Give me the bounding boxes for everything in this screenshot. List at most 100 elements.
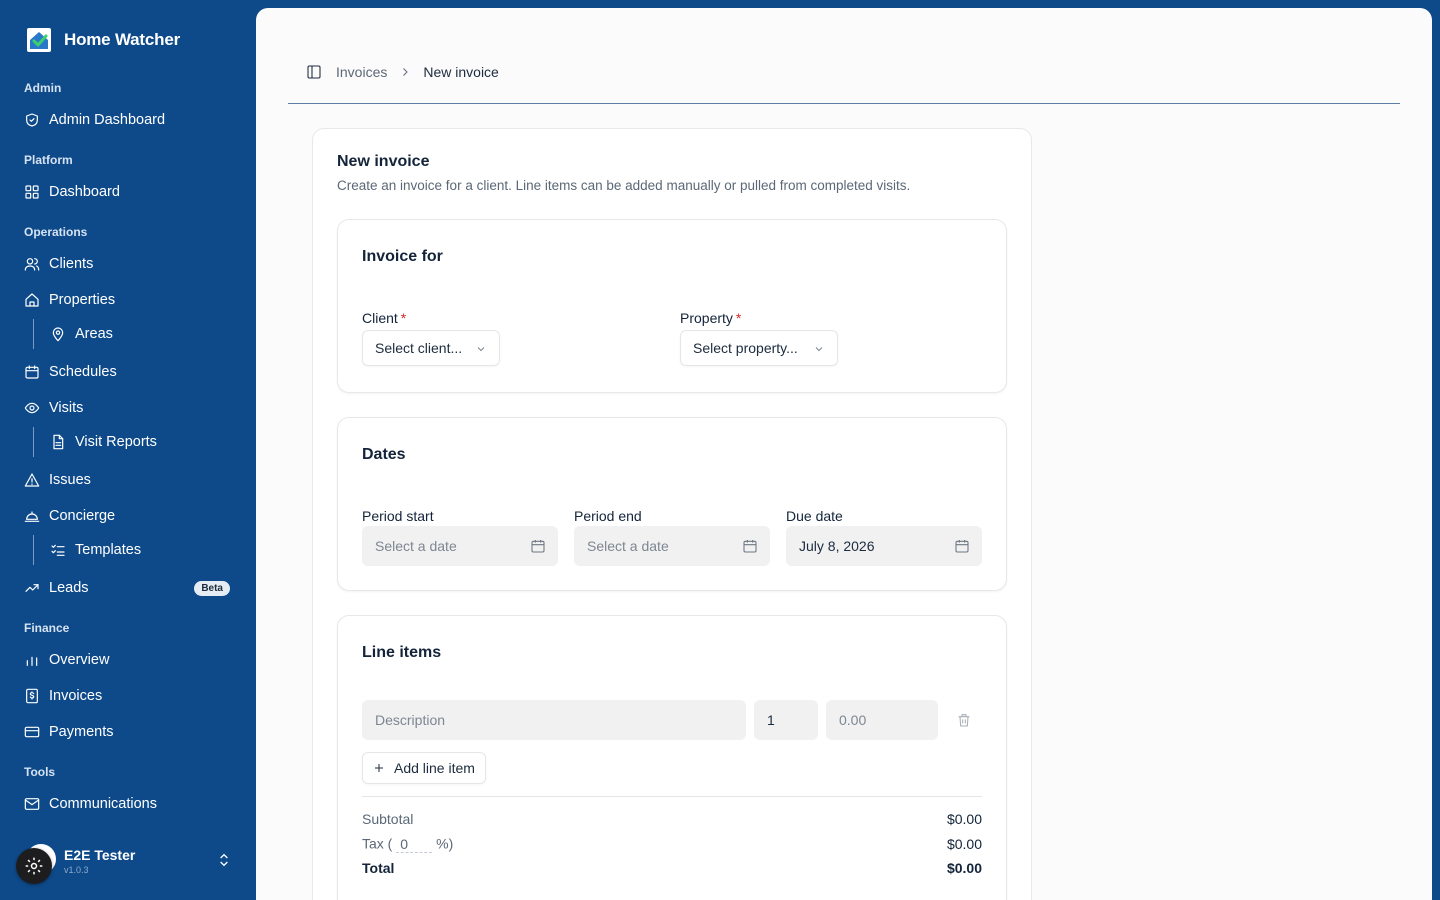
- sidebar-item-label: Dashboard: [49, 184, 120, 200]
- due-date-value: July 8, 2026: [799, 538, 875, 554]
- line-item-price-input[interactable]: [826, 700, 938, 740]
- line-item-description-input[interactable]: [362, 700, 746, 740]
- bar-chart-icon: [24, 652, 40, 668]
- section-finance: Finance: [24, 621, 70, 635]
- sidebar-item-label: Schedules: [49, 364, 117, 380]
- calendar-icon: [742, 538, 758, 554]
- tax-label-prefix: Tax (: [362, 835, 393, 852]
- chevron-down-icon: [813, 342, 825, 354]
- bell-concierge-icon: [24, 508, 40, 524]
- brand[interactable]: Home Watcher: [26, 27, 180, 53]
- sidebar-item-label: Concierge: [49, 508, 116, 524]
- user-menu[interactable]: E2E Tester v1.0.3: [16, 840, 240, 884]
- sidebar-item-admin-dashboard[interactable]: Admin Dashboard: [16, 105, 240, 135]
- property-select-value: Select property...: [693, 340, 798, 356]
- map-pin-icon: [50, 326, 66, 342]
- client-select[interactable]: Select client...: [362, 330, 500, 366]
- chevron-down-icon: [475, 342, 487, 354]
- sidebar-item-templates[interactable]: Templates: [42, 535, 240, 565]
- sidebar-item-schedules[interactable]: Schedules: [16, 357, 240, 387]
- required-mark: *: [735, 310, 742, 326]
- period-end-value: Select a date: [587, 538, 669, 554]
- section-platform: Platform: [24, 153, 73, 167]
- section-title: Dates: [362, 446, 406, 463]
- sidebar-item-label: Invoices: [49, 688, 103, 704]
- main-panel: Invoices New invoice New invoice Create …: [256, 8, 1432, 900]
- sidebar-item-label: Clients: [49, 256, 94, 272]
- sidebar-item-dashboard[interactable]: Dashboard: [16, 177, 240, 207]
- sidebar-toggle-icon[interactable]: [306, 64, 322, 80]
- line-item-quantity-input[interactable]: [754, 700, 818, 740]
- breadcrumb-current: New invoice: [423, 64, 499, 80]
- sidebar-item-label: Overview: [49, 652, 110, 668]
- sidebar-item-clients[interactable]: Clients: [16, 249, 240, 279]
- period-start-label: Period start: [362, 508, 434, 524]
- sidebar-item-areas[interactable]: Areas: [42, 319, 240, 349]
- client-select-value: Select client...: [375, 340, 463, 356]
- brand-name: Home Watcher: [64, 30, 180, 49]
- home-watcher-logo-icon: [26, 27, 52, 53]
- due-date-input[interactable]: July 8, 2026: [786, 526, 982, 566]
- users-icon: [24, 256, 40, 272]
- gear-icon[interactable]: [16, 848, 52, 884]
- breadcrumb: Invoices New invoice: [336, 64, 499, 80]
- credit-card-icon: [24, 724, 40, 740]
- submenu-line: [33, 319, 34, 349]
- section-admin: Admin: [24, 81, 62, 95]
- file-text-icon: [50, 434, 66, 450]
- alert-triangle-icon: [24, 472, 40, 488]
- sidebar-item-label: Areas: [75, 326, 113, 342]
- chevrons-up-down-icon[interactable]: [216, 852, 232, 868]
- client-label: Client *: [362, 310, 406, 326]
- tax-label: Tax ( %): [362, 835, 453, 853]
- beta-badge: Beta: [194, 581, 230, 596]
- breadcrumb-invoices-link[interactable]: Invoices: [336, 64, 387, 80]
- section-title: Invoice for: [362, 248, 443, 265]
- tax-value: $0.00: [946, 836, 982, 852]
- property-label: Property *: [680, 310, 741, 326]
- client-label-text: Client: [362, 310, 398, 326]
- page-title: New invoice: [337, 153, 430, 170]
- mail-icon: [24, 796, 40, 812]
- sidebar-item-properties[interactable]: Properties: [16, 285, 240, 315]
- calendar-icon: [24, 364, 40, 380]
- property-select[interactable]: Select property...: [680, 330, 838, 366]
- period-start-input[interactable]: Select a date: [362, 526, 558, 566]
- line-items-section: Line items Add line item Subtotal $0.00 …: [337, 615, 1007, 900]
- sidebar-item-label: Visit Reports: [75, 434, 157, 450]
- sidebar-item-payments[interactable]: Payments: [16, 717, 240, 747]
- sidebar-item-label: Payments: [49, 724, 114, 740]
- required-mark: *: [400, 310, 407, 326]
- sidebar-item-communications[interactable]: Communications: [16, 789, 240, 819]
- total-label: Total: [362, 860, 395, 876]
- add-line-item-button[interactable]: Add line item: [362, 752, 486, 784]
- sidebar-item-visits[interactable]: Visits: [16, 393, 240, 423]
- period-end-label: Period end: [574, 508, 642, 524]
- section-tools: Tools: [24, 765, 56, 779]
- sidebar-item-concierge[interactable]: Concierge: [16, 501, 240, 531]
- period-end-input[interactable]: Select a date: [574, 526, 770, 566]
- tax-rate-input[interactable]: [396, 835, 433, 853]
- section-title: Line items: [362, 644, 442, 661]
- due-date-label: Due date: [786, 508, 843, 524]
- sidebar-item-label: Templates: [75, 542, 142, 558]
- section-operations: Operations: [24, 225, 88, 239]
- sidebar-item-leads[interactable]: Leads Beta: [16, 573, 240, 603]
- summary-divider: [362, 796, 982, 797]
- home-icon: [24, 292, 40, 308]
- sidebar-item-visit-reports[interactable]: Visit Reports: [42, 427, 240, 457]
- total-value: $0.00: [946, 860, 982, 876]
- trending-up-icon: [24, 580, 40, 596]
- calendar-icon: [530, 538, 546, 554]
- sidebar-item-label: Properties: [49, 292, 116, 308]
- sidebar-item-invoices[interactable]: Invoices: [16, 681, 240, 711]
- sidebar-item-issues[interactable]: Issues: [16, 465, 240, 495]
- add-line-item-label: Add line item: [394, 760, 475, 776]
- calendar-icon: [954, 538, 970, 554]
- new-invoice-card: New invoice Create an invoice for a clie…: [312, 128, 1032, 900]
- list-checks-icon: [50, 542, 66, 558]
- submenu-line: [33, 535, 34, 565]
- plus-icon: [375, 764, 383, 772]
- sidebar-item-overview[interactable]: Overview: [16, 645, 240, 675]
- trash-icon[interactable]: [956, 712, 972, 728]
